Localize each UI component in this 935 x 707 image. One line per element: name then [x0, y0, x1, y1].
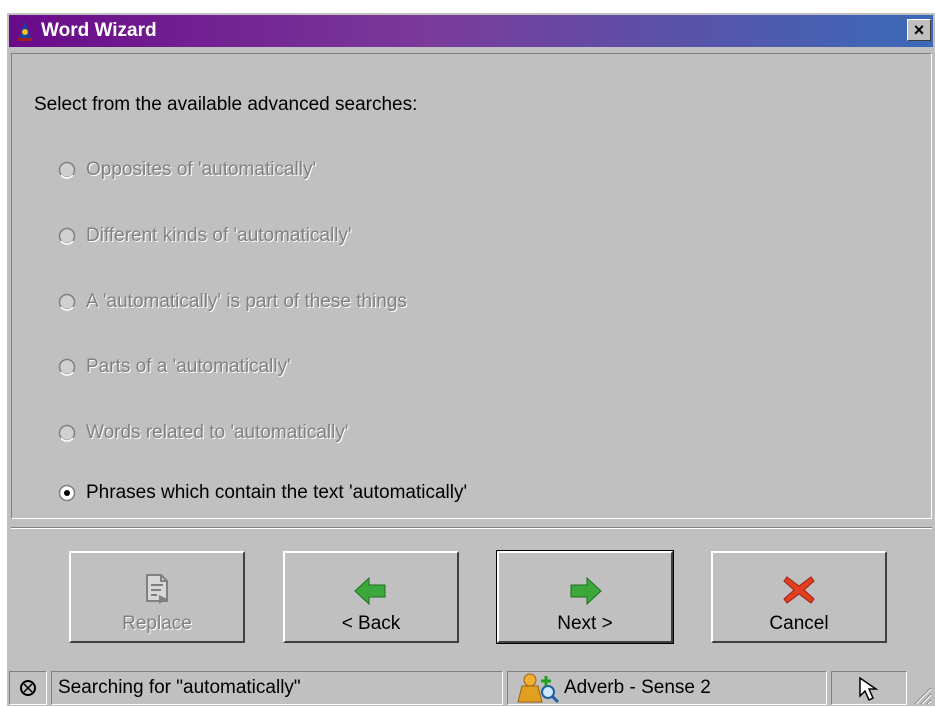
radio-unselected-icon[interactable] [58, 227, 76, 245]
word-wizard-window: Word Wizard × Select from the available … [6, 12, 935, 706]
green-left-arrow-icon [354, 576, 386, 606]
option-label: Words related to 'automatically' [86, 422, 349, 443]
part-of-speech-panel: Adverb - Sense 2 [507, 671, 827, 705]
option-parts-of[interactable]: Parts of a 'automatically' [58, 356, 291, 378]
pointer-panel [831, 671, 907, 705]
adverb-icon [517, 673, 560, 704]
pointer-icon [859, 676, 879, 702]
resize-grip-icon[interactable] [910, 683, 932, 705]
next-button[interactable]: Next > [496, 550, 674, 644]
next-label: Next > [557, 613, 613, 634]
close-button[interactable]: × [907, 19, 931, 41]
option-label: A 'automatically' is part of these thing… [86, 291, 407, 312]
search-options-panel: Select from the available advanced searc… [11, 53, 932, 519]
cancel-button[interactable]: Cancel [711, 551, 887, 643]
search-prompt: Select from the available advanced searc… [34, 94, 418, 115]
radio-unselected-icon[interactable] [58, 424, 76, 442]
radio-unselected-icon[interactable] [58, 161, 76, 179]
status-bar: Searching for "automatically" Adverb - S… [7, 669, 935, 707]
radio-unselected-icon[interactable] [58, 293, 76, 311]
title-bar[interactable]: Word Wizard × [9, 15, 933, 47]
option-opposites[interactable]: Opposites of 'automatically' [58, 159, 316, 181]
radio-unselected-icon[interactable] [58, 358, 76, 376]
option-part-of[interactable]: A 'automatically' is part of these thing… [58, 291, 407, 313]
option-different-kinds[interactable]: Different kinds of 'automatically' [58, 225, 352, 247]
window-title: Word Wizard [41, 20, 157, 41]
option-label: Phrases which contain the text 'automati… [86, 482, 468, 503]
separator [11, 527, 932, 529]
search-status-icon [20, 680, 36, 696]
green-right-arrow-icon [570, 576, 602, 606]
radio-selected-icon[interactable] [58, 484, 76, 502]
part-of-speech-text: Adverb - Sense 2 [564, 677, 711, 698]
cancel-label: Cancel [769, 613, 829, 634]
replace-document-icon [146, 574, 168, 604]
option-related-words[interactable]: Words related to 'automatically' [58, 422, 348, 444]
status-icon-panel [9, 671, 47, 705]
red-x-icon [783, 576, 815, 604]
back-label: < Back [341, 613, 401, 634]
status-text-panel: Searching for "automatically" [51, 671, 503, 705]
option-label: Different kinds of 'automatically' [86, 225, 352, 246]
status-text: Searching for "automatically" [58, 677, 301, 698]
option-label: Opposites of 'automatically' [86, 159, 317, 180]
option-label: Parts of a 'automatically' [86, 356, 291, 377]
wizard-app-icon [18, 21, 32, 41]
option-phrases[interactable]: Phrases which contain the text 'automati… [58, 482, 467, 504]
replace-button[interactable]: Replace [69, 551, 245, 643]
replace-label: Replace [122, 613, 192, 634]
back-button[interactable]: < Back [283, 551, 459, 643]
